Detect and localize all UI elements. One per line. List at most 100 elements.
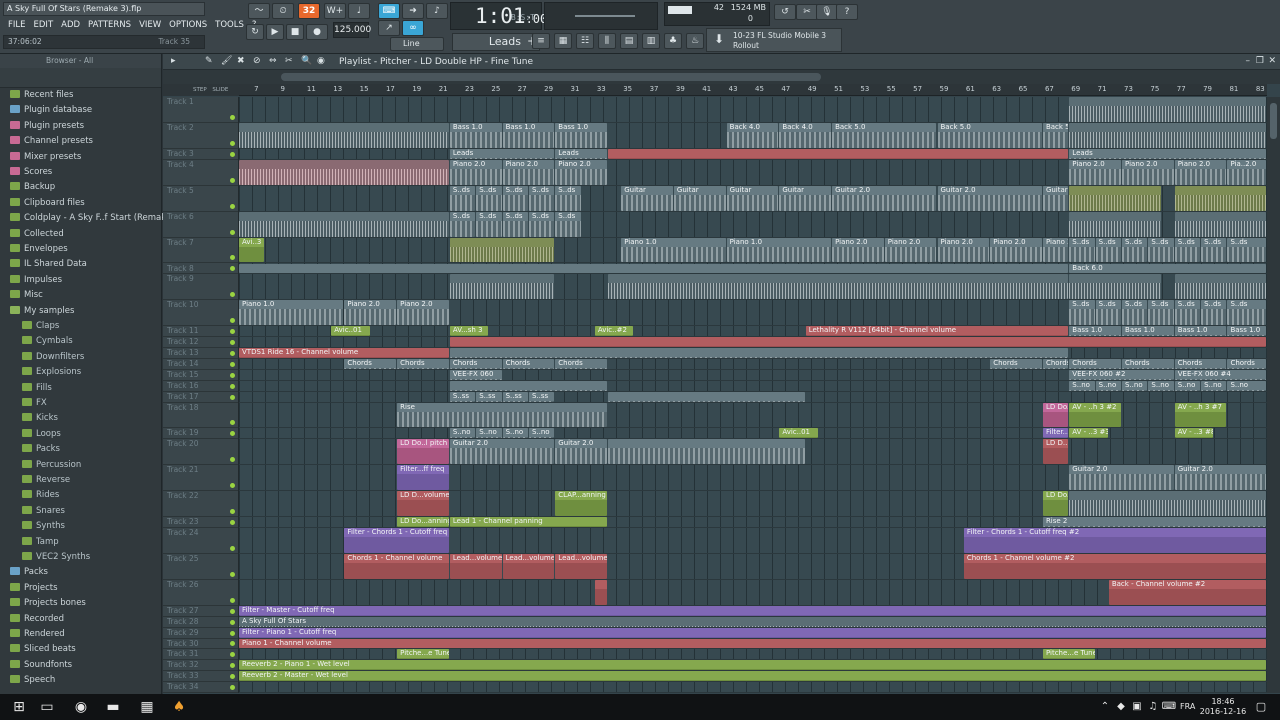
playlist-clip[interactable]	[1069, 491, 1266, 517]
browser-subitem[interactable]: Rides	[22, 488, 59, 503]
plugin-icon[interactable]: ♣	[664, 33, 682, 49]
playlist-clip[interactable]: Chords	[449, 358, 502, 369]
browser-item[interactable]: Coldplay - A Sky F..f Start (Remake 3)	[10, 211, 183, 226]
track-lane[interactable]: Chords Chords Chords Chords Chords Chords Chor…	[239, 358, 1267, 370]
playlist-clip[interactable]: Guitar	[726, 185, 779, 211]
track-header[interactable]: Track 32	[163, 660, 238, 672]
playlist-clip[interactable]: VTDS1 Ride 16 - Channel volume	[239, 348, 449, 358]
menu-file[interactable]: FILE	[4, 18, 30, 32]
track-lane[interactable]: Avi..3 Piano 1.0 Piano 1.0 Piano 2.0 Piano 2…	[239, 237, 1267, 264]
playlist-clip[interactable]	[239, 211, 449, 237]
playlist-clip[interactable]: Chords	[1174, 358, 1227, 369]
playlist-clip[interactable]: Chords	[1042, 358, 1069, 369]
playlist-clip[interactable]: A Sky Full Of Stars	[239, 616, 1266, 627]
playlist-clip[interactable]: Lead...volume	[502, 553, 555, 579]
playlist-clip[interactable]	[1069, 122, 1266, 148]
playlist-clip[interactable]: Piano 2.0	[1042, 237, 1069, 263]
playlist-clip[interactable]: Pitche...e Tune	[397, 649, 449, 660]
playlist-clip[interactable]: Guitar 2.0	[449, 439, 555, 465]
playlist-clip[interactable]: Pitche...e Tune	[1042, 649, 1095, 660]
track-lane[interactable]: VTDS1 Ride 16 - Channel volume	[239, 348, 1267, 359]
browser-item[interactable]: Collected	[10, 227, 64, 242]
track-lane[interactable]: LD Do..l pitch Guitar 2.0 Guitar 2.0 LD D..…	[239, 439, 1267, 466]
playlist-clip[interactable]: S..ds	[1095, 300, 1121, 326]
playlist-clip[interactable]: AV - ..3 #3	[1069, 428, 1108, 439]
song-position-display[interactable]: 1:01:00 B:S:T	[450, 2, 547, 30]
playlist-clip[interactable]: Rise 2	[1042, 517, 1266, 528]
track-mute-led[interactable]	[230, 652, 235, 658]
playlist-clip[interactable]: Guitar	[621, 185, 673, 211]
playlist-clip[interactable]: Back 5.0	[832, 122, 937, 148]
track-lane[interactable]: Back 6.0	[239, 263, 1267, 275]
playlist-clip[interactable]: Chords 1 - Channel volume #2	[963, 553, 1266, 579]
horizontal-scroll-thumb[interactable]	[281, 73, 821, 81]
track-header[interactable]: Track 1	[163, 97, 238, 123]
track-lane[interactable]: Chords 1 - Channel volume Lead...volume Le…	[239, 553, 1267, 580]
track-mute-led[interactable]	[230, 420, 235, 426]
playlist-clip[interactable]: S..ds	[1201, 237, 1227, 263]
playlist-clip[interactable]	[449, 337, 1266, 348]
track-lane[interactable]: Leads Leads Leads	[239, 148, 1267, 160]
track-header[interactable]: Track 5	[163, 186, 238, 212]
browser-item[interactable]: Projects	[10, 581, 58, 596]
track-mute-led[interactable]	[230, 571, 235, 577]
track-header[interactable]: Track 30	[163, 639, 238, 650]
record-button[interactable]: ●	[306, 24, 328, 40]
menu-patterns[interactable]: PATTERNS	[84, 18, 135, 32]
track-mute-led[interactable]	[230, 350, 235, 356]
track-mute-led[interactable]	[230, 203, 235, 209]
playlist-clip[interactable]: Leads	[449, 148, 555, 159]
track-header[interactable]: Track 6	[163, 212, 238, 238]
track-header[interactable]: Track 13	[163, 348, 238, 359]
track-mute-led[interactable]	[230, 483, 235, 489]
track-header[interactable]: Track 15	[163, 370, 238, 381]
track-mute-led[interactable]	[230, 340, 235, 346]
chrome-icon[interactable]: ◉	[72, 698, 90, 716]
playlist-clip[interactable]: S..ds	[1122, 237, 1148, 263]
playlist-clip[interactable]	[239, 263, 1069, 274]
track-lane[interactable]: LD Do...anning Lead 1 - Channel panning Ri…	[239, 517, 1267, 529]
browser-item[interactable]: Packs	[10, 565, 48, 580]
playlist-clip[interactable]: Guitar 2.0	[937, 185, 1042, 211]
playlist-clip[interactable]	[1174, 185, 1266, 211]
menu-edit[interactable]: EDIT	[30, 18, 58, 32]
close-icon[interactable]: ✕	[1268, 56, 1276, 66]
playlist-clip[interactable]: Avi..3	[239, 237, 265, 263]
browser-item[interactable]: Impulses	[10, 273, 62, 288]
plugin-picker-icon[interactable]: ▤	[620, 33, 638, 49]
track-lane[interactable]: Back - Channel volume #2	[239, 579, 1267, 606]
playlist-clip[interactable]: Bass 1.0	[1227, 326, 1266, 337]
track-mute-led[interactable]	[230, 674, 235, 680]
vertical-scrollbar[interactable]	[1267, 97, 1280, 693]
keyboard-icon[interactable]: ⌨	[1160, 698, 1178, 716]
browser-item[interactable]: Projects bones	[10, 596, 86, 611]
playlist-clip[interactable]: Filter - Chords 1 - Cutoff freq	[344, 528, 449, 553]
tempo-display[interactable]: 125.000	[333, 22, 371, 38]
cut-icon[interactable]: ✂	[796, 4, 818, 20]
playlist-clip[interactable]: Piano 2.0	[344, 300, 397, 326]
playlist-clip[interactable]	[608, 391, 805, 402]
track-mute-led[interactable]	[230, 630, 235, 636]
track-header[interactable]: Track 3	[163, 149, 238, 160]
browser-item[interactable]: Envelopes	[10, 242, 68, 257]
browser-item[interactable]: Sliced beats	[10, 642, 76, 657]
track-mute-led[interactable]	[230, 151, 235, 157]
track-lane[interactable]: Piano 1 - Channel volume	[239, 638, 1267, 650]
track-mute-led[interactable]	[230, 431, 235, 437]
playback-icon[interactable]: ◉	[317, 56, 325, 66]
vertical-scroll-thumb[interactable]	[1270, 103, 1277, 139]
notifications-icon[interactable]: ▢	[1252, 698, 1270, 716]
playlist-clip[interactable]: Guitar	[779, 185, 832, 211]
track-mute-led[interactable]	[230, 266, 235, 272]
task-view-icon[interactable]: ▭	[38, 698, 56, 716]
browser-subitem[interactable]: Loops	[22, 427, 61, 442]
track-header[interactable]: Track 8	[163, 264, 238, 275]
browser-icon[interactable]: ▥	[642, 33, 660, 49]
track-header[interactable]: Track 21	[163, 465, 238, 492]
playlist-clip[interactable]: Lethality R V112 [64bit] - Channel volum…	[805, 326, 1069, 337]
playlist-clip[interactable]: Piano 2.0	[1174, 159, 1227, 185]
track-header[interactable]: Track 2	[163, 123, 238, 149]
playlist-clip[interactable]: Lead...volume	[449, 553, 502, 579]
browser-item[interactable]: Speech	[10, 673, 55, 688]
browser-subitem[interactable]: Percussion	[22, 458, 81, 473]
